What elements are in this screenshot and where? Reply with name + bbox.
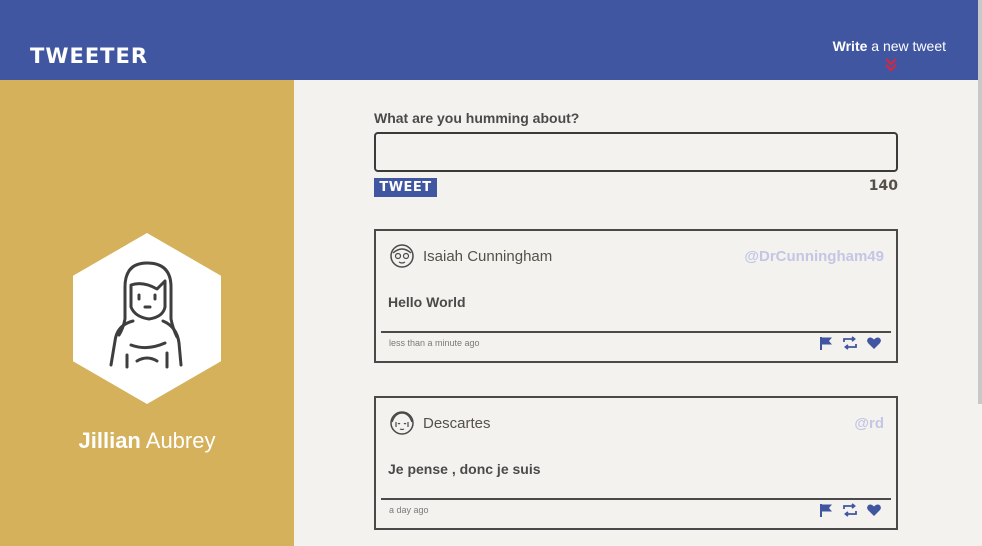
character-counter: 140 bbox=[868, 178, 898, 194]
retweet-icon[interactable] bbox=[842, 503, 858, 517]
brand-logo[interactable]: TWEETER bbox=[30, 44, 148, 68]
tweet-author: Isaiah Cunningham bbox=[423, 248, 553, 265]
tweet-content: Je pense , donc je suis bbox=[388, 461, 541, 477]
double-chevron-down-icon[interactable] bbox=[884, 57, 898, 73]
tweet-actions bbox=[818, 503, 882, 517]
tweet-button[interactable]: TWEET bbox=[374, 178, 437, 197]
compose-link-bold: Write bbox=[832, 38, 868, 54]
user-avatar-icon bbox=[390, 411, 414, 435]
tweet-timestamp: less than a minute ago bbox=[389, 338, 480, 348]
user-avatar-icon bbox=[390, 244, 414, 268]
tweet-divider bbox=[381, 331, 891, 333]
tweet-card: Descartes @rd Je pense , donc je suis a … bbox=[374, 396, 898, 530]
tweet-textarea[interactable] bbox=[374, 132, 898, 172]
top-nav: TWEETER Write a new tweet bbox=[0, 0, 978, 80]
flag-icon[interactable] bbox=[818, 336, 834, 350]
tweet-actions bbox=[818, 336, 882, 350]
heart-icon[interactable] bbox=[866, 336, 882, 350]
heart-icon[interactable] bbox=[866, 503, 882, 517]
composer-label: What are you humming about? bbox=[374, 110, 580, 126]
flag-icon[interactable] bbox=[818, 503, 834, 517]
retweet-icon[interactable] bbox=[842, 336, 858, 350]
tweet-author: Descartes bbox=[423, 415, 491, 432]
tweet-content: Hello World bbox=[388, 294, 466, 310]
tweet-timestamp: a day ago bbox=[389, 505, 429, 515]
compose-link-rest: a new tweet bbox=[867, 38, 946, 54]
tweet-handle[interactable]: @rd bbox=[854, 415, 884, 432]
profile-first-name: Jillian bbox=[78, 428, 141, 453]
tweet-handle[interactable]: @DrCunningham49 bbox=[744, 248, 884, 265]
tweet-card: Isaiah Cunningham @DrCunningham49 Hello … bbox=[374, 229, 898, 363]
tweet-divider bbox=[381, 498, 891, 500]
avatar bbox=[73, 233, 221, 404]
write-new-tweet-link[interactable]: Write a new tweet bbox=[833, 38, 946, 54]
profile-last-name: Aubrey bbox=[140, 428, 216, 453]
scrollbar[interactable] bbox=[978, 0, 982, 404]
profile-name: Jillian Aubrey bbox=[0, 428, 294, 454]
